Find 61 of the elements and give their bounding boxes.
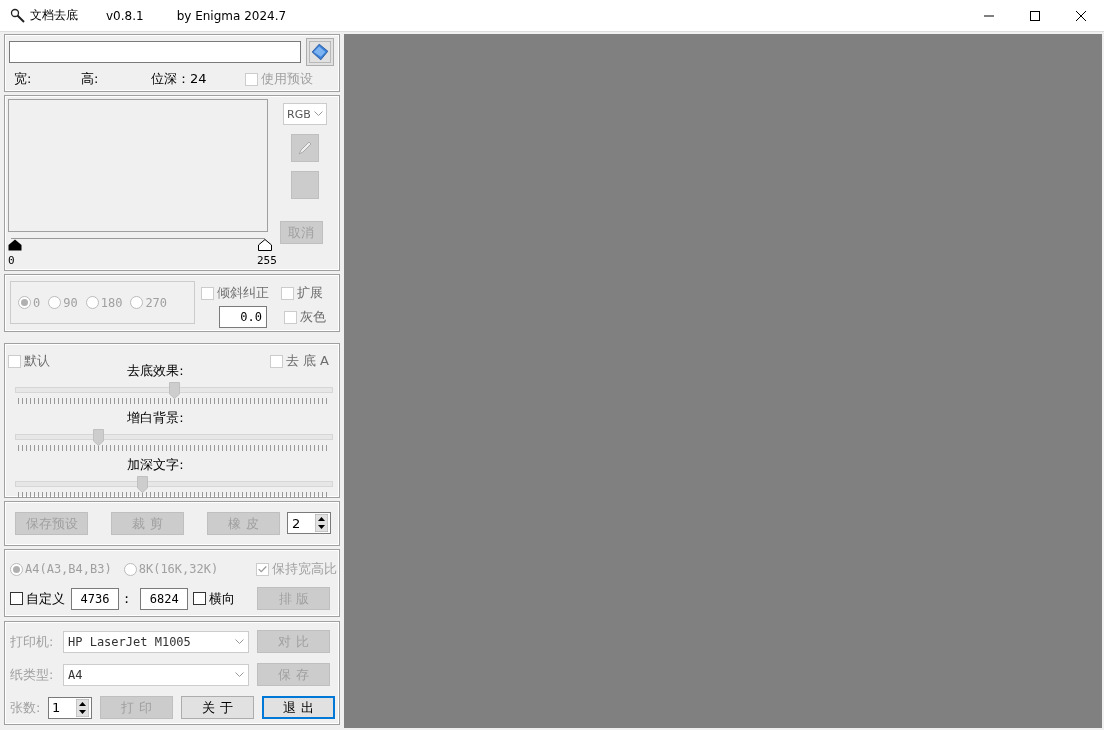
radio-label: 8K(16K,32K) [138, 562, 219, 576]
slider-label: 增白背景: [127, 409, 184, 427]
checkbox-label: 扩展 [297, 284, 323, 302]
radio-label: 90 [63, 295, 78, 310]
width-field[interactable]: 4736 [71, 587, 119, 610]
checkbox-label: 使用预设 [261, 70, 313, 88]
radio-button[interactable] [123, 562, 137, 576]
checkbox[interactable] [10, 592, 23, 605]
button[interactable]: 关 于 [181, 696, 254, 719]
slider-thumb[interactable] [168, 382, 180, 399]
caret-icon [314, 111, 323, 117]
caret-icon [235, 638, 244, 645]
range-end-marker[interactable] [258, 239, 272, 251]
checkbox-label: 自定义 [26, 589, 65, 608]
radio-label: A4(A3,B4,B3) [25, 562, 112, 576]
checkbox-label: 保持宽高比 [272, 560, 338, 578]
pencil-icon [297, 140, 313, 156]
slider-label: 加深文字: [127, 456, 184, 474]
ratio-separator: : [123, 591, 131, 606]
range-max-label: 255 [257, 254, 277, 267]
tool-icon [10, 7, 26, 24]
window-title: 文档去底 [30, 7, 78, 24]
caret-icon [235, 671, 244, 678]
checkbox-label: 倾斜纠正 [217, 284, 269, 302]
channel-dropdown[interactable]: RGB [283, 103, 327, 125]
info-label: 高: [81, 70, 100, 88]
printer-dropdown[interactable]: HP LaserJet M1005 [63, 630, 249, 653]
range-start-marker[interactable] [8, 239, 22, 251]
checkbox[interactable] [193, 592, 207, 605]
version-label: v0.8.1 [106, 8, 144, 23]
radio-label: 270 [145, 295, 168, 310]
spinner-arrows-icon[interactable] [76, 698, 89, 717]
copies-spinner[interactable]: 1 [48, 696, 92, 719]
copies-label: 张数: [10, 698, 42, 717]
maximize-icon[interactable] [1030, 10, 1040, 21]
height-field[interactable]: 6824 [140, 587, 189, 610]
radio-label: 0 [33, 295, 41, 310]
folder-button[interactable] [306, 38, 334, 66]
checkbox-label: 去 底 A [285, 352, 329, 370]
radio-button[interactable] [10, 562, 23, 576]
range-min-label: 0 [8, 254, 15, 267]
slider-thumb[interactable] [92, 429, 104, 446]
checkbox-label: 默认 [24, 352, 50, 370]
spinner-arrows-icon[interactable] [315, 514, 328, 532]
paper-type-label: 纸类型: [10, 665, 55, 684]
color-swatch-button[interactable] [291, 171, 319, 199]
checkbox-label: 灰色 [300, 308, 326, 326]
button[interactable]: 退 出 [262, 696, 335, 719]
author-label: by Enigma 2024.7 [176, 8, 287, 23]
printer-label: 打印机: [10, 632, 55, 651]
slider-label: 去底效果: [127, 362, 184, 380]
paper-type-dropdown[interactable]: A4 [63, 663, 249, 686]
radio-label: 180 [100, 295, 123, 310]
eraser-size-spinner[interactable]: 2 [287, 512, 331, 534]
pencil-button[interactable] [291, 134, 319, 162]
slider-thumb[interactable] [136, 476, 148, 493]
file-path-field[interactable] [9, 41, 301, 63]
info-label: 宽: [14, 70, 33, 88]
close-icon[interactable] [1076, 10, 1086, 21]
info-label: 位深：24 [151, 70, 208, 88]
checkbox-label: 横向 [209, 589, 236, 608]
